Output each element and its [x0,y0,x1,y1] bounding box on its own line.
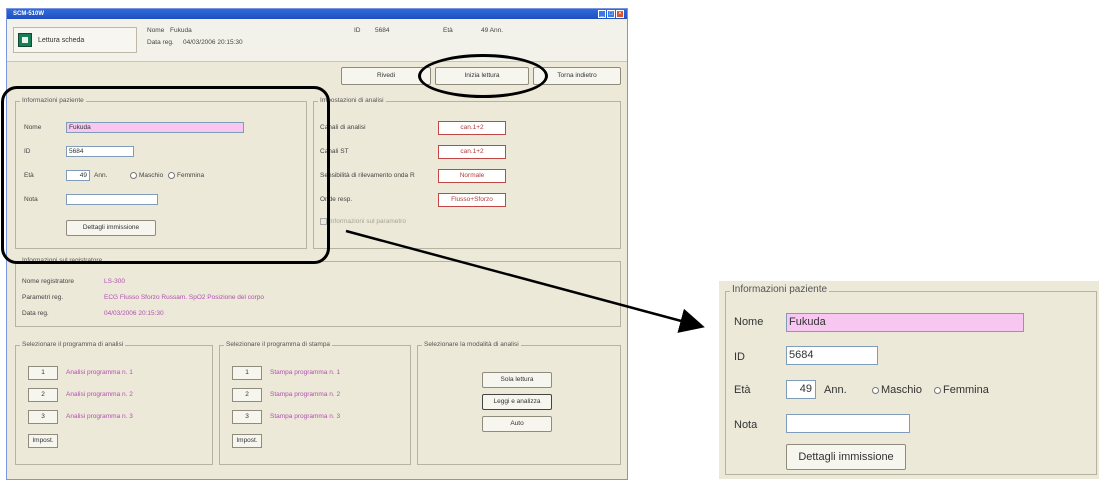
info-parametro-checkbox[interactable]: Informazioni sul parametro [320,218,406,225]
header-id-value: 5684 [375,27,390,34]
modalita-title: Selezionare la modalità di analisi [422,341,521,348]
zoom-id-field[interactable]: 5684 [786,346,878,365]
header-nome-label: Nome [147,27,165,34]
prog-stampa-impost-button[interactable]: Impost. [232,434,262,448]
zoom-eta-label: Età [734,384,751,396]
title-bar: SCM-510W _ □ × [7,9,627,19]
highlight-oval [418,54,548,98]
data-reg-label: Data reg. [22,310,49,317]
zoom-maschio-label: Maschio [881,384,922,396]
data-reg-value: 04/03/2006 20:15:30 [104,310,164,317]
prog-analisi-2-button[interactable]: 2 [28,388,58,402]
canali-analisi-select[interactable]: can.1+2 [438,121,506,135]
lettura-scheda-button[interactable]: Lettura scheda [13,27,137,53]
zoom-patient-info-title: Informazioni paziente [730,284,830,295]
window-controls: _ □ × [598,10,624,18]
zoom-maschio-radio[interactable]: Maschio [872,384,922,396]
nome-registratore-label: Nome registratore [22,278,75,285]
canali-st-select[interactable]: can.1+2 [438,145,506,159]
sensibilita-select[interactable]: Normale [438,169,506,183]
prog-analisi-impost-button[interactable]: Impost. [28,434,58,448]
zoom-femmina-radio[interactable]: Femmina [934,384,989,396]
card-reader-icon [18,33,32,47]
zoom-femmina-label: Femmina [943,384,989,396]
modalita-group: Selezionare la modalità di analisi Sola … [417,341,621,465]
zoom-nota-label: Nota [734,419,758,431]
prog-stampa-3-label: Stampa programma n. 3 [270,413,341,420]
close-icon[interactable]: × [616,10,624,18]
zoom-id-label: ID [734,351,745,363]
onde-resp-select[interactable]: Flusso+Sforzo [438,193,506,207]
prog-analisi-1-button[interactable]: 1 [28,366,58,380]
analysis-settings-group: Impostazioni di analisi Canali di analis… [313,97,621,249]
zoom-nome-label: Nome [734,316,764,328]
parametri-reg-value: ECG Flusso Sforzo Russam. SpO2 Posizione… [104,294,265,301]
prog-stampa-group: Selezionare il programma di stampa 1 Sta… [219,341,411,465]
prog-stampa-3-button[interactable]: 3 [232,410,262,424]
prog-analisi-title: Selezionare il programma di analisi [20,341,126,348]
minimize-icon[interactable]: _ [598,10,606,18]
nome-registratore-value: LS-300 [104,278,125,285]
prog-stampa-1-label: Stampa programma n. 1 [270,369,341,376]
highlight-rounded-rect [1,86,330,264]
zoom-inset: Informazioni paziente Nome Fukuda ID 568… [719,281,1099,479]
parametri-reg-label: Parametri reg. [22,294,64,301]
header: Lettura scheda Nome Fukuda Data reg. 04/… [7,19,627,62]
lettura-scheda-label: Lettura scheda [38,37,85,44]
window-title: SCM-510W [13,11,45,17]
prog-analisi-2-label: Analisi programma n. 2 [66,391,133,398]
prog-stampa-2-label: Stampa programma n. 2 [270,391,341,398]
zoom-nota-field[interactable] [786,414,910,433]
prog-analisi-1-label: Analisi programma n. 1 [66,369,133,376]
maximize-icon[interactable]: □ [607,10,615,18]
header-datareg-value: 04/03/2006 20:15:30 [183,39,243,46]
header-id-label: ID [354,27,361,34]
info-parametro-label: Informazioni sul parametro [329,218,406,226]
header-datareg-label: Data reg. [147,39,174,46]
leggi-analizza-button[interactable]: Leggi e analizza [482,394,552,410]
prog-stampa-1-button[interactable]: 1 [232,366,262,380]
prog-analisi-3-button[interactable]: 3 [28,410,58,424]
prog-stampa-2-button[interactable]: 2 [232,388,262,402]
prog-analisi-group: Selezionare il programma di analisi 1 An… [15,341,213,465]
prog-stampa-title: Selezionare il programma di stampa [224,341,333,348]
sola-lettura-button[interactable]: Sola lettura [482,372,552,388]
prog-analisi-3-label: Analisi programma n. 3 [66,413,133,420]
header-eta-value: 49 Ann. [481,27,504,34]
zoom-dettagli-immissione-button[interactable]: Dettagli immissione [786,444,906,470]
auto-button[interactable]: Auto [482,416,552,432]
zoom-anni-label: Ann. [824,384,847,396]
zoom-eta-field[interactable]: 49 [786,380,816,399]
sensibilita-label: Sensibilità di rilevamento onda R [320,172,415,179]
zoom-nome-field[interactable]: Fukuda [786,313,1024,332]
recorder-info-group: Informazioni sul registratore Nome regis… [15,257,621,327]
zoom-patient-info-group: Informazioni paziente Nome Fukuda ID 568… [725,284,1097,475]
header-eta-label: Età [443,27,453,34]
header-nome-value: Fukuda [170,27,192,34]
